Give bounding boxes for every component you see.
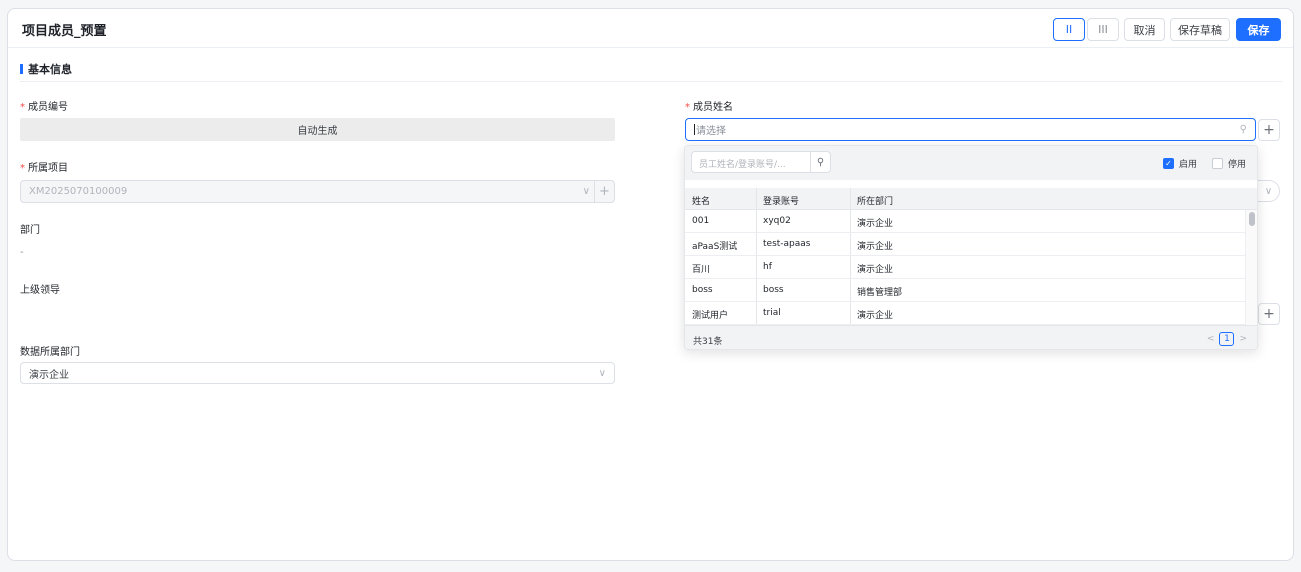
table-body: 001 xyq02 演示企业 aPaaS测试 test-apaas 演示企业 百… [685, 210, 1257, 325]
enabled-label: 启用 [1179, 160, 1198, 170]
table-header: 姓名 登录账号 所在部门 [685, 188, 1257, 210]
column-header-account: 登录账号 [763, 197, 800, 207]
two-column-layout-button[interactable]: II [1053, 18, 1085, 41]
leader-label: 上级领导 [20, 285, 60, 296]
form-header: 项目成员_预置 II III 取消 保存草稿 保存 [8, 9, 1293, 48]
enabled-checkbox[interactable]: ✓ 启用 [1163, 157, 1197, 170]
department-label: 部门 [20, 225, 40, 236]
section-marker [20, 64, 23, 74]
project-select[interactable]: XM2025070100009 ∨ + [20, 180, 615, 203]
project-label: * 所属项目 [20, 163, 68, 174]
column-divider [850, 188, 851, 209]
checkbox-box [1212, 158, 1223, 169]
required-mark: * [20, 163, 25, 174]
check-icon: ✓ [1163, 158, 1174, 169]
three-column-layout-button[interactable]: III [1087, 18, 1119, 41]
column-header-name: 姓名 [692, 197, 711, 207]
required-mark: * [685, 102, 690, 113]
data-dept-value: 演示企业 [29, 369, 69, 381]
prev-page-icon[interactable]: < [1207, 334, 1215, 344]
table-row[interactable]: 测试用户 trial 演示企业 [685, 302, 1247, 325]
member-name-label: * 成员姓名 [685, 102, 733, 113]
member-name-input[interactable]: 请选择 ⚲ [685, 118, 1256, 141]
member-no-label: * 成员编号 [20, 102, 68, 113]
dropdown-toolbar: 员工姓名/登录账号/... ⚲ ✓ 启用 停用 [685, 146, 1257, 180]
page-title: 项目成员_预置 [22, 24, 107, 39]
dropdown-footer: 共31条 < 1 > [685, 325, 1257, 349]
employee-search-input[interactable]: 员工姓名/登录账号/... ⚲ [691, 151, 831, 173]
search-icon[interactable]: ⚲ [810, 152, 830, 172]
data-dept-label: 数据所属部门 [20, 347, 80, 358]
text-caret [694, 124, 695, 135]
chevron-down-icon[interactable]: ∨ [1258, 180, 1280, 202]
page-number-button[interactable]: 1 [1219, 332, 1235, 346]
disabled-label: 停用 [1228, 160, 1247, 170]
scrollbar-thumb[interactable] [1249, 212, 1255, 226]
section-basic-info: 基本信息 [20, 61, 72, 77]
table-row[interactable]: boss boss 销售管理部 [685, 279, 1247, 302]
member-no-field: 自动生成 [20, 118, 615, 141]
disabled-checkbox[interactable]: 停用 [1212, 157, 1246, 170]
next-page-icon[interactable]: > [1239, 334, 1247, 344]
table-row[interactable]: aPaaS测试 test-apaas 演示企业 [685, 233, 1247, 256]
section-divider [20, 81, 1282, 82]
save-draft-button[interactable]: 保存草稿 [1170, 18, 1230, 41]
cancel-button[interactable]: 取消 [1124, 18, 1165, 41]
total-count: 共31条 [693, 337, 723, 347]
table-row[interactable]: 001 xyq02 演示企业 [685, 210, 1247, 233]
section-title-text: 基本信息 [28, 63, 72, 76]
add-member-plus-icon[interactable]: + [1258, 119, 1280, 141]
required-mark: * [20, 102, 25, 113]
plus-icon[interactable]: + [594, 181, 614, 202]
chevron-down-icon: ∨ [582, 186, 590, 197]
member-name-placeholder: 请选择 [696, 126, 726, 137]
column-header-department: 所在部门 [857, 197, 894, 207]
department-value: - [20, 247, 24, 258]
pagination: < 1 > [1207, 332, 1247, 346]
scrollbar[interactable] [1245, 210, 1257, 325]
add-plus-icon[interactable]: + [1258, 303, 1280, 325]
project-value: XM2025070100009 [29, 186, 128, 197]
save-button[interactable]: 保存 [1236, 18, 1281, 41]
search-icon: ⚲ [1239, 124, 1247, 135]
column-divider [756, 188, 757, 209]
form-window: 项目成员_预置 II III 取消 保存草稿 保存 基本信息 * 成员编号 自动生… [7, 8, 1294, 561]
employee-search-placeholder: 员工姓名/登录账号/... [699, 160, 786, 170]
table-row[interactable]: 百川 hf 演示企业 [685, 256, 1247, 279]
data-dept-select[interactable]: 演示企业 ∨ [20, 362, 615, 384]
member-picker-dropdown: 员工姓名/登录账号/... ⚲ ✓ 启用 停用 姓名 登录账号 所在部门 001 [684, 145, 1258, 350]
chevron-down-icon: ∨ [598, 368, 606, 379]
